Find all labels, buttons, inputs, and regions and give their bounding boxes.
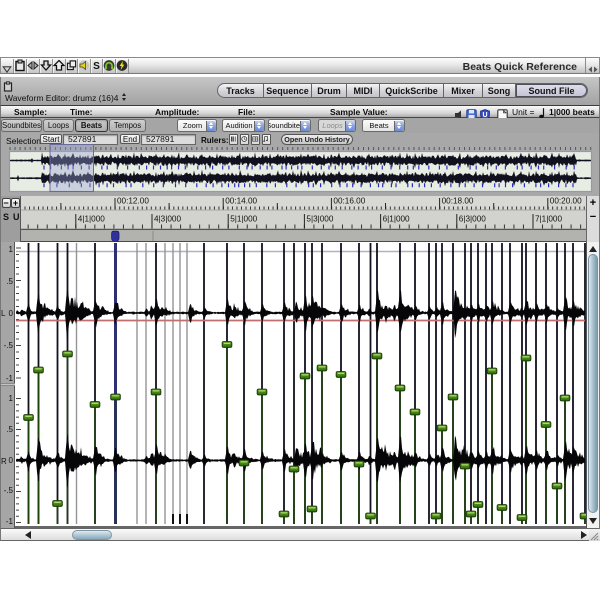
- svg-text:5|3|000: 5|3|000: [306, 215, 333, 224]
- svg-text:6|3|000: 6|3|000: [459, 215, 486, 224]
- svg-text:00:18.00: 00:18.00: [442, 197, 474, 206]
- svg-text:6|1|000: 6|1|000: [383, 215, 410, 224]
- svg-text:S: S: [93, 61, 100, 72]
- svg-text:00:20.00: 00:20.00: [550, 197, 582, 206]
- svg-text:4|1|000: 4|1|000: [78, 215, 105, 224]
- svg-text:00:16.00: 00:16.00: [333, 197, 365, 206]
- svg-text:4|3|000: 4|3|000: [154, 215, 181, 224]
- svg-text:00:12.00: 00:12.00: [117, 197, 149, 206]
- svg-text:7|1|000: 7|1|000: [535, 215, 562, 224]
- svg-text:5|1|000: 5|1|000: [230, 215, 257, 224]
- svg-text:00:14.00: 00:14.00: [225, 197, 257, 206]
